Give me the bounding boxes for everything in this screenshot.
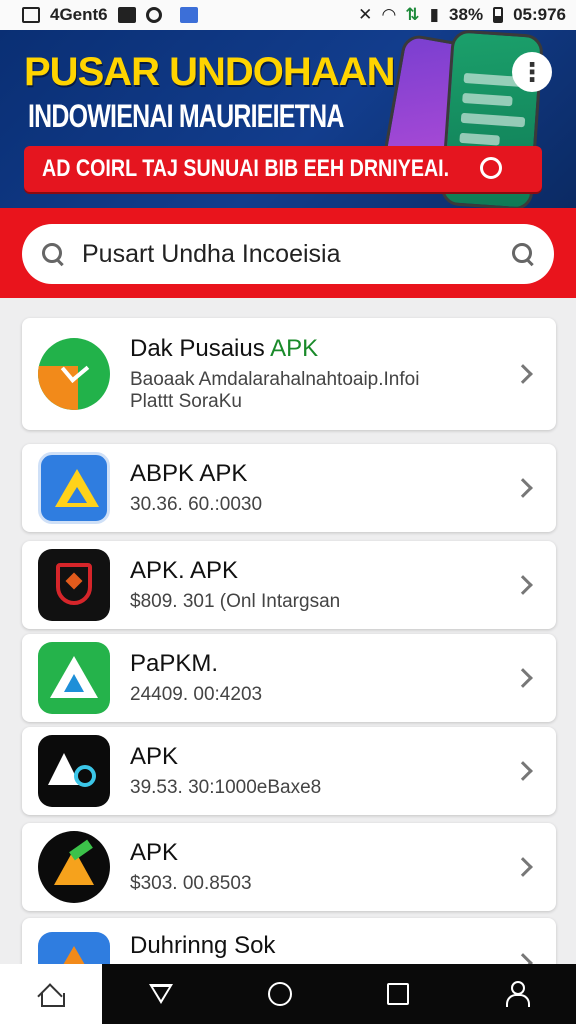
app-meta: 30.36. 60.:0030: [130, 494, 263, 515]
search-icon: [42, 243, 64, 265]
search-section: Pusart Undha Incoeisia: [0, 208, 576, 298]
app-info: Duhrinng Sok: [130, 932, 516, 960]
list-item[interactable]: APK. APK $809. 301 (Onl Intargsan: [22, 541, 556, 629]
nav-home[interactable]: [0, 964, 102, 1024]
app-name: APK: [130, 839, 179, 866]
app-info: APK $303. 00.8503: [130, 839, 516, 895]
green-triangle-icon: [38, 642, 110, 714]
app-meta: $809. 301 (Onl Intargsan: [130, 591, 341, 612]
app-notification-icon: [179, 7, 198, 23]
promo-banner[interactable]: PUSAR UNDOHAAN INDOWIENAI MAURIEIETNA AD…: [0, 30, 576, 208]
app-name: APK. APK: [130, 557, 239, 584]
app-name: ABPK APK: [130, 460, 248, 487]
status-bar: 4Gent6 ✕ ◠ ⇅ ▮ 38% 05:976: [0, 0, 576, 30]
chevron-right-icon: [513, 761, 533, 781]
banner-subtitle: INDOWIENAI MAURIEIETNA: [28, 98, 344, 134]
chevron-right-icon: [513, 575, 533, 595]
app-meta: $303. 00.8503: [130, 873, 252, 894]
search-bar[interactable]: Pusart Undha Incoeisia: [22, 224, 554, 284]
app-meta: Baoaak Amdalarahalnahtoaip.Infoi: [130, 369, 420, 390]
profile-icon: [504, 981, 530, 1007]
shield-game-icon: [38, 549, 110, 621]
blue-triangle-icon: [38, 452, 110, 524]
app-info: Dak Pusaius APK Baoaak Amdalarahalnahtoa…: [130, 335, 516, 413]
list-item[interactable]: Dak Pusaius APK Baoaak Amdalarahalnahtoa…: [22, 318, 556, 430]
nav-recents[interactable]: [339, 964, 458, 1024]
chevron-right-icon: [513, 478, 533, 498]
status-bar-right: ✕ ◠ ⇅ ▮ 38% 05:976: [358, 5, 566, 25]
sync-notification-icon: [145, 7, 162, 23]
black-logo-icon: [38, 735, 110, 807]
back-icon: [149, 984, 174, 1004]
message-notification-icon: [117, 7, 136, 23]
list-item[interactable]: PaPKM. 24409. 00:4203: [22, 634, 556, 722]
home-circle-icon: [267, 982, 292, 1006]
chevron-right-icon: [513, 857, 533, 877]
mute-icon: ✕: [358, 5, 373, 24]
orange-arrow-icon: [38, 831, 110, 903]
more-vertical-icon[interactable]: ⋮: [512, 52, 552, 92]
nav-back[interactable]: [102, 964, 221, 1024]
battery-icon: [493, 7, 504, 23]
data-icon: ⇅: [405, 5, 420, 24]
nav-profile[interactable]: [458, 964, 576, 1024]
nav-home-circle[interactable]: [221, 964, 340, 1024]
search-icon[interactable]: [512, 243, 534, 265]
app-info: APK 39.53. 30:1000eBaxe8: [130, 743, 516, 799]
status-bar-left: 4Gent6: [22, 5, 198, 25]
app-name: PaPKM.: [130, 650, 219, 677]
app-name: Duhrinng Sok: [130, 932, 276, 959]
banner-cta-button[interactable]: AD COIRL TAJ SUNUAI BIB EEH DRNIYEAI.: [24, 146, 542, 192]
list-item[interactable]: ABPK APK 30.36. 60.:0030: [22, 444, 556, 532]
app-info: PaPKM. 24409. 00:4203: [130, 650, 516, 706]
app-name: Dak Pusaius APK: [130, 335, 319, 362]
signal-icon: ▮: [429, 5, 440, 24]
battery-percent: 38%: [449, 5, 484, 24]
app-meta: 39.53. 30:1000eBaxe8: [130, 777, 322, 798]
wifi-icon: ◠: [382, 5, 396, 24]
bottom-nav: [0, 964, 576, 1024]
list-item[interactable]: APK 39.53. 30:1000eBaxe8: [22, 727, 556, 815]
app-name: APK: [130, 743, 179, 770]
home-icon: [38, 983, 65, 1007]
banner-title: PUSAR UNDOHAAN: [24, 50, 395, 94]
clock: 05:976: [513, 5, 566, 24]
banner-cta-label: AD COIRL TAJ SUNUAI BIB EEH DRNIYEAI.: [42, 155, 450, 182]
search-input[interactable]: Pusart Undha Incoeisia: [82, 240, 512, 269]
app-info: APK. APK $809. 301 (Onl Intargsan: [130, 557, 516, 613]
info-circle-icon: [480, 157, 502, 179]
chevron-right-icon: [513, 364, 533, 384]
recents-icon: [387, 983, 410, 1005]
green-chat-icon: [38, 338, 110, 410]
app-info: ABPK APK 30.36. 60.:0030: [130, 460, 516, 516]
list-item[interactable]: APK $303. 00.8503: [22, 823, 556, 911]
chevron-right-icon: [513, 668, 533, 688]
app-meta: 24409. 00:4203: [130, 684, 263, 705]
status-left-text: 4Gent6: [50, 5, 108, 24]
app-tag: APK: [270, 335, 319, 362]
gallery-notification-icon: [22, 7, 40, 23]
app-meta: Plattt SoraKu: [130, 391, 242, 412]
